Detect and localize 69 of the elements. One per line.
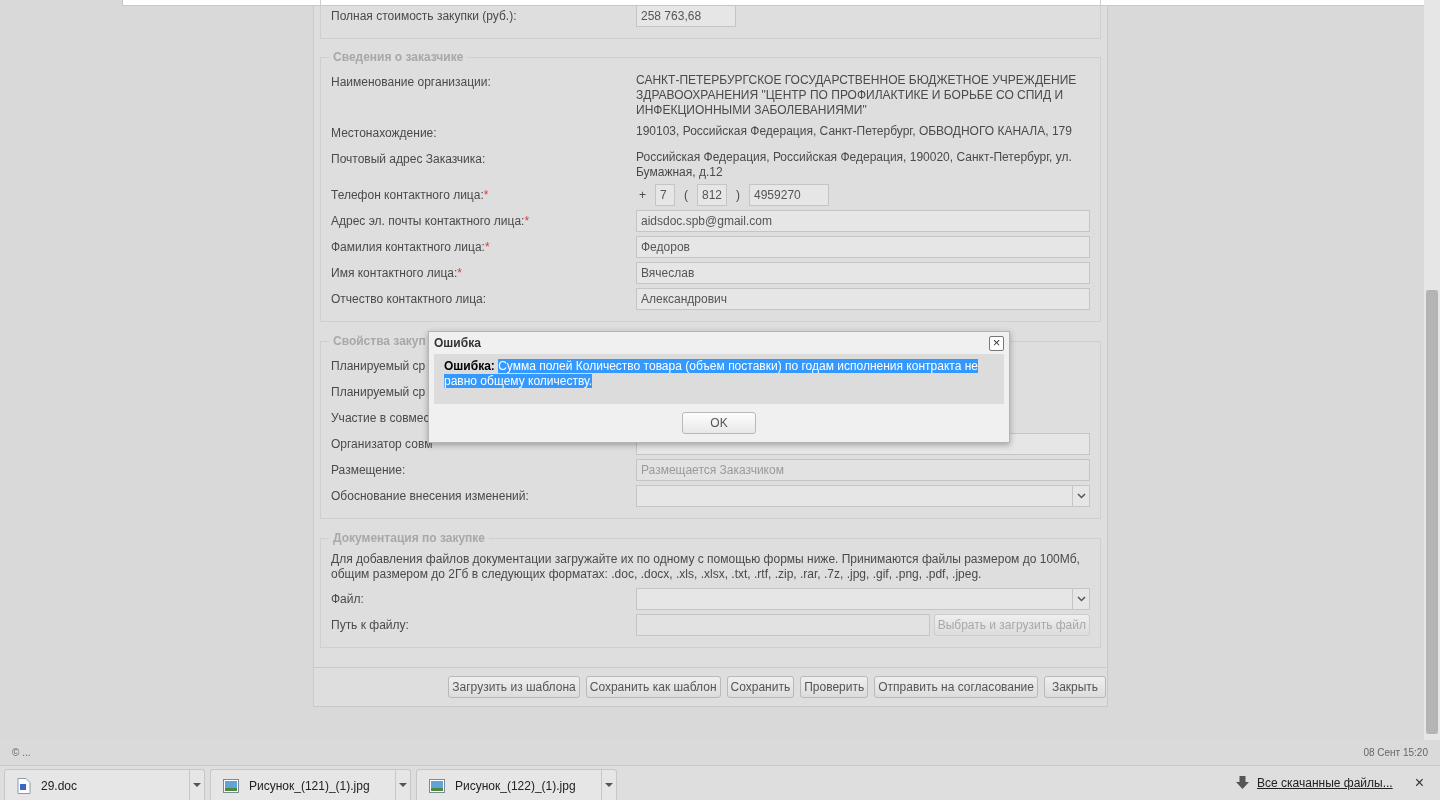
input-field[interactable]: Александрович	[636, 288, 1090, 310]
field-label: Участие в совмес	[331, 411, 430, 425]
required-mark: *	[457, 266, 462, 280]
input-field[interactable]: Вячеслав	[636, 262, 1090, 284]
phone-bracket: (	[683, 188, 689, 202]
field-label: Планируемый ср	[331, 359, 426, 373]
field-label: Планируемый ср	[331, 385, 426, 399]
required-mark: *	[524, 214, 530, 228]
area-code-field[interactable]: 812	[697, 184, 727, 206]
field-label: Наименование организации:	[331, 75, 491, 89]
file-name: Рисунок_(122)_(1).jpg	[455, 778, 577, 793]
input-field[interactable]: 258 763,68	[636, 5, 736, 27]
document-icon	[17, 777, 31, 794]
action-button[interactable]: Сохранить как шаблон	[585, 676, 721, 698]
chevron-down-icon	[1076, 596, 1086, 602]
copyright-text: © ...	[12, 747, 31, 758]
input-field[interactable]: Федоров	[636, 236, 1090, 258]
close-icon[interactable]: ×	[1414, 774, 1424, 792]
image-file-icon	[223, 778, 239, 793]
field-label: Телефон контактного лица:	[331, 188, 484, 202]
required-mark: *	[483, 188, 489, 202]
country-code-field[interactable]: 7	[655, 184, 675, 206]
phone-bracket: )	[735, 188, 741, 202]
file-path-field[interactable]	[636, 614, 930, 636]
dropdown-field[interactable]	[636, 588, 1090, 610]
field-label: Отчество контактного лица:	[331, 292, 487, 306]
action-button[interactable]: Загрузить из шаблона	[448, 676, 580, 698]
field-value: САНКТ-ПЕТЕРБУРГСКОЕ ГОСУДАРСТВЕННОЕ БЮДЖЕТНОЕ УЧРЕЖДЕНИЕ ЗДРАВООХРАНЕНИЯ "ЦЕНТР ПО ПРОФИЛАКТИКЕ И БОРЬБЕ СО СПИД И ИНФЕКЦИОННЫМИ ЗАБОЛЕВАНИЯМИ"	[636, 72, 1078, 118]
action-button[interactable]: Закрыть	[1044, 676, 1106, 698]
file-name: Рисунок_(121)_(1).jpg	[249, 778, 371, 793]
image-file-icon	[429, 778, 445, 793]
instruction-text: Для добавления файлов документации загружайте их по одному с помощью формы ниже. Принимаются файлы размером до 100Мб, общим размером до 2Гб в следующих форматах: .doc, .docx, .xls, .xlsx, .txt, .rtf, .zip, .rar, .7z, .jpg, .gif, .png, .pdf, .jpeg.	[331, 552, 1081, 582]
field-label: Фамилия контактного лица:	[331, 240, 485, 254]
download-item[interactable]: Рисунок_(121)_(1).jpg	[210, 769, 411, 800]
phone-number-field[interactable]: 4959270	[749, 184, 829, 206]
download-item[interactable]: 29.doc	[4, 769, 205, 800]
action-button[interactable]: Проверить	[800, 676, 869, 698]
caret-icon[interactable]	[399, 783, 407, 788]
field-label: Путь к файлу:	[331, 618, 409, 632]
download-icon	[1236, 776, 1249, 790]
date-time: 08 Сент 15:20	[1363, 747, 1428, 758]
ok-button[interactable]: OK	[682, 412, 756, 434]
all-downloads-link[interactable]: Все скачанные файлы...	[1257, 776, 1393, 790]
field-label: Размещение:	[331, 463, 406, 477]
dialog-title: Ошибка	[434, 336, 481, 350]
scrollbar[interactable]	[1424, 0, 1440, 740]
field-label: Почтовый адрес Заказчика:	[331, 152, 486, 166]
field-label: Обоснование внесения изменений:	[331, 489, 529, 503]
field-label: Файл:	[331, 592, 364, 606]
download-item[interactable]: Рисунок_(122)_(1).jpg	[416, 769, 617, 800]
field-value: 190103, Российская Федерация, Санкт-Петербург, ОБВОДНОГО КАНАЛА, 179	[636, 123, 1073, 139]
field-label: Полная стоимость закупки (руб.):	[331, 9, 517, 23]
field-label: Местонахождение:	[331, 126, 437, 140]
file-name: 29.doc	[41, 778, 79, 793]
close-button[interactable]: ×	[989, 335, 1004, 351]
chevron-down-icon	[1076, 493, 1086, 499]
scrollbar-thumb[interactable]	[1426, 290, 1438, 734]
action-button[interactable]: Сохранить	[726, 676, 795, 698]
action-button[interactable]: Отправить на согласование	[874, 676, 1038, 698]
phone-plus: +	[638, 188, 647, 202]
required-mark: *	[484, 240, 490, 254]
caret-icon[interactable]	[605, 783, 613, 788]
field-label: Адрес эл. почты контактного лица:	[331, 214, 525, 228]
caret-icon[interactable]	[193, 783, 201, 788]
input-field[interactable]: aidsdoc.spb@gmail.com	[636, 210, 1090, 232]
error-message: Ошибка: Сумма полей Количество товара (объем поставки) по годам исполнения контракта не равно общему количеству.	[444, 359, 979, 389]
field-label: Имя контактного лица:	[331, 266, 458, 280]
dropdown-field[interactable]	[636, 485, 1090, 507]
field-value: Российская Федерация, Российская Федерация, 190020, Санкт-Петербург, ул. Бумажная, д.12	[636, 149, 1073, 180]
